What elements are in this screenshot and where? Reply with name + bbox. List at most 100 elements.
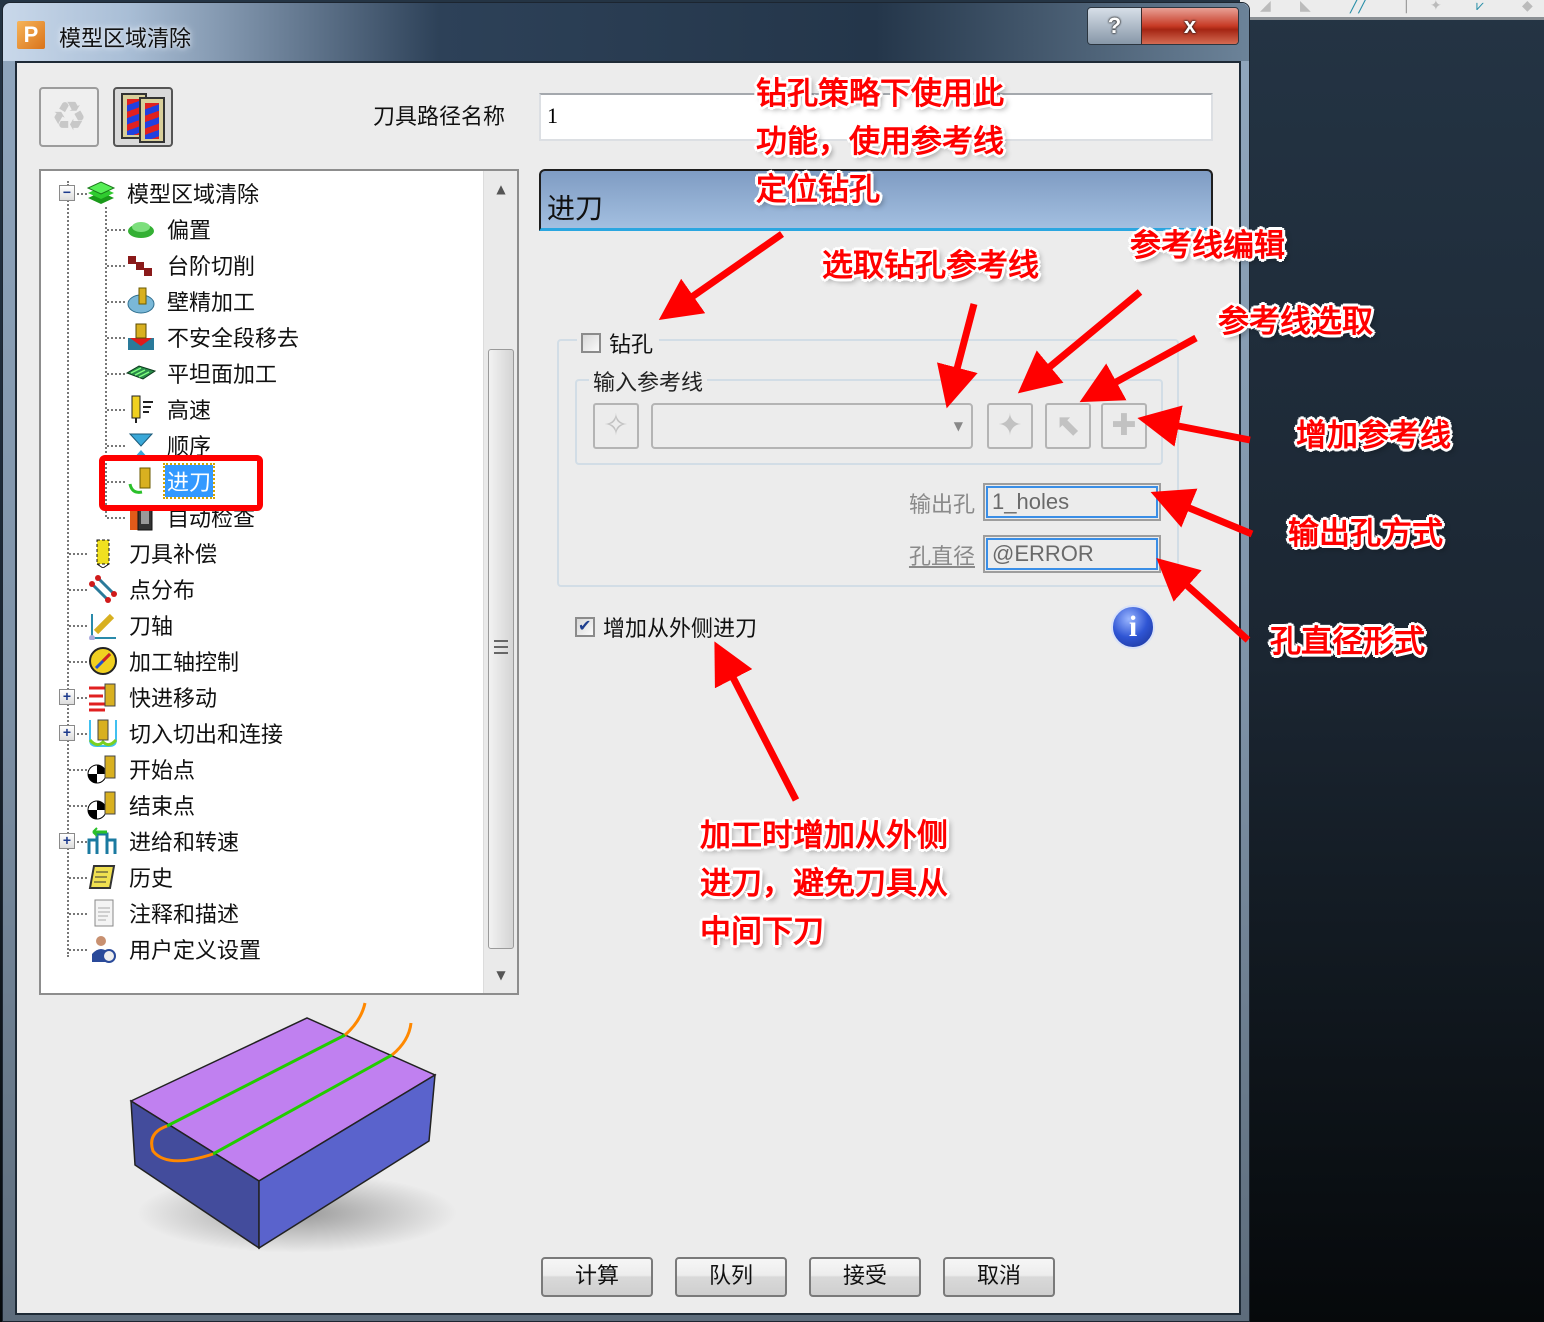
axis-control-icon [87,646,119,676]
accept-button[interactable]: 接受 [809,1257,921,1297]
feed-speed-icon [87,826,119,856]
tree-scrollbar[interactable]: ▲ ▼ [483,171,517,993]
annotation-drill-note-line3: 定位钻孔 [756,172,880,208]
toolbar-icon: ◢ [1260,0,1271,14]
tree-item-model-area-clearance[interactable]: 模型区域清除 [85,176,261,210]
tree-guide-line [77,733,87,735]
step-cut-icon [125,250,157,280]
outside-lead-in-checkbox[interactable] [575,616,595,637]
collapse-toggle[interactable]: − [59,185,75,201]
offset-icon [125,214,157,244]
tree-item-tool-axis[interactable]: 刀轴 [87,608,175,642]
edit-reference-button[interactable]: ✦ [987,403,1033,449]
annotation-highlight-box [99,455,263,511]
tree-item-unsafe-segment-removal[interactable]: 不安全段移去 [125,320,301,354]
tree-item-label: 高速 [167,399,212,424]
tree-item-label: 模型区域清除 [127,183,260,208]
tool-axis-icon [87,610,119,640]
help-button[interactable]: ? [1088,8,1142,44]
strategy-icon-button[interactable] [113,87,173,147]
drill-checkbox[interactable] [581,333,601,353]
tree-item-end-point[interactable]: 结束点 [87,788,197,822]
tree-item-label: 台阶切削 [167,255,256,280]
tree-item-user-defined-settings[interactable]: 用户定义设置 [87,932,263,966]
layers-icon [85,178,117,208]
tree-item-step-cutting[interactable]: 台阶切削 [125,248,257,282]
annotation-drill-note-line1: 钻孔策略下使用此 [756,76,1004,112]
output-holes-label: 输出孔 [908,493,975,518]
calculate-button[interactable]: 计算 [541,1257,653,1297]
tree-guide-line [69,877,87,879]
tool-compensation-icon [87,538,119,568]
tree-guide-line [107,445,125,447]
annotation-outside-note-line1: 加工时增加从外侧 [700,818,948,854]
recycle-icon-button[interactable]: ♻ [39,87,99,147]
strategy-card-icon [139,97,165,143]
outside-lead-in-checkbox-row[interactable]: 增加从外侧进刀 [575,611,757,643]
tree-item-offset[interactable]: 偏置 [125,212,213,246]
strategy-tree: − 模型区域清除 偏置 台阶切削 壁精加工 不安全段移去 平坦面加工 高速 顺序… [39,169,519,995]
tree-item-label: 切入切出和连接 [129,723,284,748]
tree-item-label: 刀具补偿 [129,543,218,568]
select-reference-button[interactable]: ⬉ [1045,403,1091,449]
annotation-output-mode: 输出孔方式 [1288,516,1443,552]
tree-item-rapid-moves[interactable]: 快进移动 [87,680,219,714]
toolbar-separator: | [1404,0,1409,14]
tree-item-point-distribution[interactable]: 点分布 [87,572,197,606]
info-icon[interactable]: i [1111,605,1155,649]
page-title: 进刀 [547,192,604,225]
new-pattern-button[interactable]: ✧ [593,403,639,449]
strategy-preview-image [129,1002,457,1253]
annotation-add-reference: 增加参考线 [1296,418,1451,454]
expand-toggle[interactable]: + [59,689,75,705]
expand-toggle[interactable]: + [59,725,75,741]
hole-diameter-input[interactable]: @ERROR [983,535,1161,573]
edit-reference-icon: ✦ [997,408,1023,443]
tree-item-wall-finishing[interactable]: 壁精加工 [125,284,257,318]
tree-item-flat-machining[interactable]: 平坦面加工 [125,356,279,390]
add-reference-button[interactable]: ✚ [1101,403,1147,449]
input-reference-label: 输入参考线 [589,365,708,397]
title-bar[interactable]: P 模型区域清除 ? x [3,3,1249,61]
scroll-down-button[interactable]: ▼ [484,957,518,993]
tree-item-history[interactable]: 历史 [87,860,175,894]
window-title: 模型区域清除 [59,27,192,52]
reference-combo[interactable]: ▼ [651,403,973,449]
tree-item-label: 进给和转速 [129,831,240,856]
tree-item-label: 历史 [129,867,174,892]
tree-item-axis-control[interactable]: 加工轴控制 [87,644,241,678]
tree-item-label: 壁精加工 [167,291,256,316]
expand-toggle[interactable]: + [59,833,75,849]
toolbar-icon: ⩗ [1476,0,1484,14]
toolpath-name-label: 刀具路径名称 [373,105,506,130]
screen: ◢ ◣ ╱╱ | ✦ ⩗ ◆ P 模型区域清除 ? x ♻ 刀具路径名称 1 −… [0,0,1544,1322]
tree-item-leads-and-links[interactable]: 切入切出和连接 [87,716,285,750]
tree-guide-line [69,949,87,951]
tree-item-label: 开始点 [129,759,196,784]
scrollbar-thumb[interactable] [488,349,514,949]
tree-item-label: 用户定义设置 [129,939,262,964]
hole-diameter-label: 孔直径 [908,545,975,570]
scroll-up-button[interactable]: ▲ [484,171,518,207]
background-toolbar: ◢ ◣ ╱╱ | ✦ ⩗ ◆ [1240,0,1544,20]
new-reference-icon: ✧ [603,408,629,443]
tree-item-notes[interactable]: 注释和描述 [87,896,241,930]
tree-item-high-speed[interactable]: 高速 [125,392,213,426]
queue-button[interactable]: 队列 [675,1257,787,1297]
tree-item-label: 点分布 [129,579,196,604]
tree-guide-line [69,661,87,663]
cancel-button[interactable]: 取消 [943,1257,1055,1297]
drill-checkbox-row[interactable]: 钻孔 [577,327,660,359]
annotation-drill-note-line2: 功能，使用参考线 [756,124,1004,160]
preview-lead-arc [391,1022,413,1057]
toolbar-icon: ◆ [1522,0,1533,14]
tree-item-start-point[interactable]: 开始点 [87,752,197,786]
output-holes-input[interactable]: 1_holes [983,483,1161,521]
tree-item-label: 不安全段移去 [167,327,300,352]
tree-items: − 模型区域清除 偏置 台阶切削 壁精加工 不安全段移去 平坦面加工 高速 顺序… [41,171,481,993]
point-distribution-icon [87,574,119,604]
tree-item-tool-compensation[interactable]: 刀具补偿 [87,536,219,570]
close-button[interactable]: x [1142,8,1238,44]
tree-item-feeds-and-speeds[interactable]: 进给和转速 [87,824,241,858]
tree-item-label: 刀轴 [129,615,174,640]
